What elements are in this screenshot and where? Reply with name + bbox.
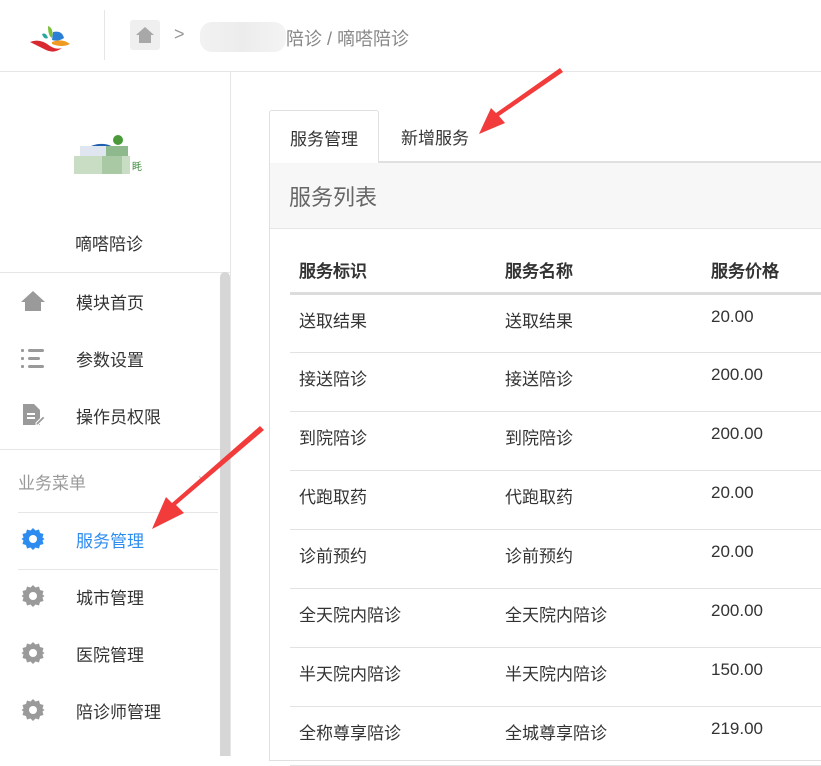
- sidebar-item-label: 陪诊师管理: [76, 702, 161, 722]
- cell-service-id: 全天院内陪诊: [290, 588, 496, 648]
- header-divider: [104, 10, 105, 60]
- service-list-panel: 服务列表 服务标识 服务名称 服务价格 送取结果 送取结果 20.00 接送陪诊 接送陪…: [269, 161, 821, 766]
- sidebar-item-label: 医院管理: [76, 645, 144, 665]
- top-bar: > 陪诊 / 嘀嗒陪诊: [0, 0, 821, 72]
- table-row[interactable]: 半天院内陪诊 半天院内陪诊 150.00: [290, 647, 821, 707]
- column-header-service-price: 服务价格: [702, 247, 821, 295]
- table-row[interactable]: 接送陪诊 接送陪诊 200.00: [290, 352, 821, 412]
- cell-service-name: 全天院内陪诊: [496, 588, 702, 648]
- sidebar-divider: [0, 449, 231, 450]
- table-row[interactable]: 送取结果 送取结果 20.00: [290, 293, 821, 353]
- annotation-arrow-tab: [479, 68, 563, 134]
- column-header-service-name: 服务名称: [496, 247, 702, 295]
- sidebar-item-module-home[interactable]: 模块首页: [0, 273, 218, 329]
- cell-service-price: 150.00: [702, 647, 821, 707]
- tab-add-service[interactable]: 新增服务: [385, 110, 485, 162]
- service-table: 服务标识 服务名称 服务价格 送取结果 送取结果 20.00 接送陪诊 接送陪诊 200.…: [290, 247, 821, 766]
- table-row[interactable]: 全称尊享陪诊 全城尊享陪诊 219.00: [290, 706, 821, 766]
- document-edit-icon: [20, 403, 46, 427]
- breadcrumb-redacted: [200, 22, 286, 52]
- cell-service-price: 20.00: [702, 293, 821, 353]
- cell-service-name: 到院陪诊: [496, 411, 702, 471]
- table-row[interactable]: 到院陪诊 到院陪诊 200.00: [290, 411, 821, 471]
- sidebar-item-parameter-settings[interactable]: 参数设置: [0, 330, 218, 386]
- cell-service-id: 接送陪诊: [290, 352, 496, 412]
- cell-service-price: 200.00: [702, 352, 821, 412]
- cell-service-price: 200.00: [702, 588, 821, 648]
- breadcrumb[interactable]: 陪诊 / 嘀嗒陪诊: [286, 25, 409, 51]
- gear-icon: [20, 698, 46, 722]
- cell-service-id: 诊前预约: [290, 529, 496, 589]
- panel-title: 服务列表: [270, 163, 821, 229]
- cell-service-id: 全称尊享陪诊: [290, 706, 496, 766]
- sidebar-item-operator-permissions[interactable]: 操作员权限: [0, 387, 218, 443]
- sidebar-item-city-management[interactable]: 城市管理: [0, 568, 218, 624]
- cell-service-name: 诊前预约: [496, 529, 702, 589]
- cell-service-price: 20.00: [702, 529, 821, 589]
- svg-text:眊: 眊: [132, 161, 142, 173]
- cell-service-name: 全城尊享陪诊: [496, 706, 702, 766]
- sidebar-item-label: 模块首页: [76, 293, 144, 313]
- cell-service-name: 送取结果: [496, 293, 702, 353]
- sidebar-item-hospital-management[interactable]: 医院管理: [0, 625, 218, 681]
- gear-icon: [20, 641, 46, 665]
- sidebar: 眊 嘀嗒陪诊 模块首页 参数设置 操作员权限 业务菜单 › 服务管理 城市管理 …: [0, 72, 231, 756]
- table-header-row: 服务标识 服务名称 服务价格: [290, 247, 821, 295]
- tab-service-management[interactable]: 服务管理: [269, 110, 379, 163]
- sidebar-item-escort-management[interactable]: 陪诊师管理: [0, 682, 218, 738]
- sidebar-item-label: 城市管理: [76, 588, 144, 608]
- gear-icon: [20, 527, 46, 551]
- cell-service-price: 20.00: [702, 470, 821, 530]
- sidebar-item-label: 服务管理: [76, 531, 144, 551]
- list-icon: [20, 346, 46, 370]
- site-name: 嘀嗒陪诊: [75, 235, 143, 254]
- cell-service-id: 代跑取药: [290, 470, 496, 530]
- site-avatar-logo: 眊: [74, 135, 142, 174]
- cell-service-id: 送取结果: [290, 293, 496, 353]
- cell-service-name: 接送陪诊: [496, 352, 702, 412]
- table-row[interactable]: 代跑取药 代跑取药 20.00: [290, 470, 821, 530]
- table-row[interactable]: 全天院内陪诊 全天院内陪诊 200.00: [290, 588, 821, 648]
- app-logo[interactable]: [28, 22, 72, 54]
- sidebar-item-label: 参数设置: [76, 350, 144, 370]
- table-row[interactable]: 诊前预约 诊前预约 20.00: [290, 529, 821, 589]
- cell-service-price: 219.00: [702, 706, 821, 766]
- home-icon: [136, 27, 154, 43]
- cell-service-name: 代跑取药: [496, 470, 702, 530]
- column-header-service-id: 服务标识: [290, 247, 496, 295]
- breadcrumb-separator: >: [174, 24, 185, 44]
- cell-service-name: 半天院内陪诊: [496, 647, 702, 707]
- sidebar-scrollbar[interactable]: [220, 272, 230, 756]
- cell-service-id: 到院陪诊: [290, 411, 496, 471]
- sidebar-group-business-menu[interactable]: 业务菜单: [18, 469, 86, 494]
- cell-service-price: 200.00: [702, 411, 821, 471]
- chevron-right-icon[interactable]: ›: [198, 470, 203, 487]
- home-icon: [20, 289, 46, 313]
- sidebar-item-label: 操作员权限: [76, 407, 161, 427]
- gear-icon: [20, 584, 46, 608]
- sidebar-item-service-management[interactable]: 服务管理: [0, 511, 218, 567]
- home-button[interactable]: [130, 20, 160, 50]
- cell-service-id: 半天院内陪诊: [290, 647, 496, 707]
